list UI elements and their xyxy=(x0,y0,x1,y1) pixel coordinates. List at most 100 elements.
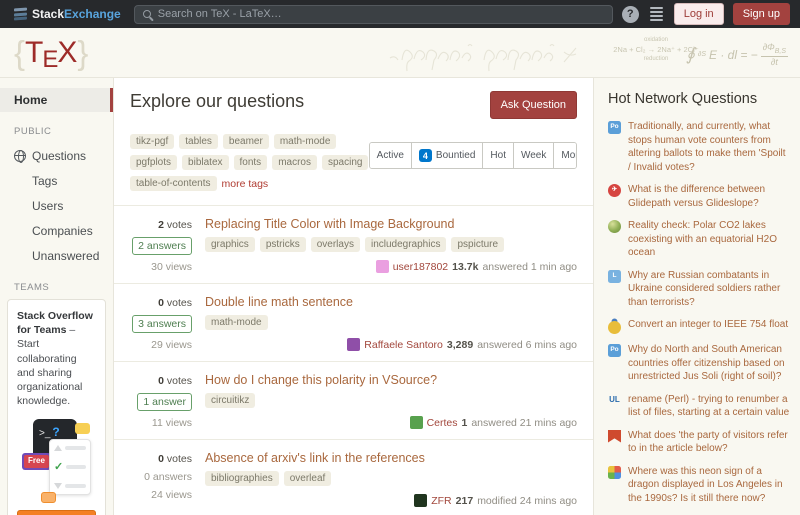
sidebar-item[interactable]: Unanswered xyxy=(0,243,113,268)
teams-promo-card: Stack Overflow for Teams – Start collabo… xyxy=(7,299,106,515)
question-title-link[interactable]: Replacing Title Color with Image Backgro… xyxy=(205,217,577,231)
reputation: 1 xyxy=(462,417,468,429)
sidebar-item-questions[interactable]: Questions xyxy=(0,143,113,168)
chemistry-formula: oxidation 2Na + Cl₂ → 2Na⁺ + 2Cl⁻ reduct… xyxy=(606,37,706,62)
answer-count: 2 answers xyxy=(132,237,192,255)
view-count: 24 views xyxy=(151,489,192,501)
logo-text: StackExchange xyxy=(32,7,121,21)
avatar[interactable] xyxy=(410,416,423,429)
tag[interactable]: tikz-pgf xyxy=(130,134,174,149)
page-title: Explore our questions xyxy=(130,91,304,112)
hot-question[interactable]: Where was this neon sign of a dragon dis… xyxy=(608,465,790,506)
filter-button[interactable]: 4 Bountied xyxy=(411,143,483,168)
hot-question-link[interactable]: What is the difference between Glidepath… xyxy=(628,183,790,210)
answer-count: 0 answers xyxy=(144,471,192,483)
tag[interactable]: beamer xyxy=(223,134,269,149)
site-switcher-icon[interactable] xyxy=(648,5,665,24)
chat-bubble-icon-2 xyxy=(41,492,56,503)
action-time: modified 24 mins ago xyxy=(477,495,577,507)
signup-button[interactable]: Sign up xyxy=(733,3,790,25)
tag[interactable]: circuitikz xyxy=(205,393,255,408)
hot-question-link[interactable]: Reality check: Polar CO2 lakes coexistin… xyxy=(628,219,790,260)
sidebar-item[interactable]: Users xyxy=(0,193,113,218)
sidebar-section-public: PUBLIC xyxy=(0,126,113,137)
view-count: 30 views xyxy=(151,261,192,273)
tag[interactable]: math-mode xyxy=(274,134,337,149)
hot-question[interactable]: What does 'the party of visitors refer t… xyxy=(608,429,790,456)
tag[interactable]: graphics xyxy=(205,237,255,252)
tag[interactable]: macros xyxy=(272,155,317,170)
tag[interactable]: pspicture xyxy=(451,237,504,252)
search-bar[interactable] xyxy=(134,5,613,24)
hot-question[interactable]: ✈ What is the difference between Glidepa… xyxy=(608,183,790,210)
vote-count: 2 votes xyxy=(158,219,192,231)
tag[interactable]: math-mode xyxy=(205,315,268,330)
globe-icon xyxy=(14,150,26,162)
hot-question[interactable]: UL rename (Perl) - trying to renumber a … xyxy=(608,393,790,420)
hot-question[interactable]: Po Why do North and South American count… xyxy=(608,343,790,384)
avatar[interactable] xyxy=(414,494,427,507)
filter-label: Week xyxy=(521,150,546,161)
tag[interactable]: pgfplots xyxy=(130,155,177,170)
hot-question[interactable]: L Why are Russian combatants in Ukraine … xyxy=(608,269,790,310)
filter-button[interactable]: Hot xyxy=(482,143,513,168)
ask-question-button[interactable]: Ask Question xyxy=(490,91,577,119)
sidebar-item-home[interactable]: Home xyxy=(0,88,113,112)
more-tags-link[interactable]: more tags xyxy=(222,178,269,190)
hot-question[interactable]: Reality check: Polar CO2 lakes coexistin… xyxy=(608,219,790,260)
tag[interactable]: overleaf xyxy=(284,471,332,486)
question-row: 0 votes 0 answers 24 views Absence of ar… xyxy=(114,439,593,515)
tex-x: X xyxy=(57,33,77,73)
tag[interactable]: table-of-contents xyxy=(130,176,217,191)
site-icon xyxy=(608,220,621,233)
username-link[interactable]: Raffaele Santoro xyxy=(364,339,443,351)
filter-button[interactable]: Month xyxy=(553,143,577,168)
tag[interactable]: fonts xyxy=(234,155,268,170)
reputation: 13.7k xyxy=(452,261,478,273)
question-row: 2 votes 2 answers 30 views Replacing Tit… xyxy=(114,205,593,283)
filter-button[interactable]: Week xyxy=(513,143,553,168)
filter-label: Month xyxy=(561,150,577,161)
hot-question-link[interactable]: Where was this neon sign of a dragon dis… xyxy=(628,465,790,506)
site-icon xyxy=(608,321,621,334)
hot-question[interactable]: Convert an integer to IEEE 754 float xyxy=(608,318,790,334)
filter-label: Active xyxy=(377,150,404,161)
site-icon-glyph: UL xyxy=(609,396,620,404)
sidebar-item-label: Unanswered xyxy=(32,249,99,263)
hot-question-link[interactable]: Traditionally, and currently, what stops… xyxy=(628,120,790,174)
avatar[interactable] xyxy=(376,260,389,273)
help-icon[interactable]: ? xyxy=(622,6,639,23)
tag[interactable]: biblatex xyxy=(182,155,228,170)
filter-button[interactable]: Active xyxy=(370,143,411,168)
hot-question-link[interactable]: Why do North and South American countrie… xyxy=(628,343,790,384)
question-title-link[interactable]: How do I change this polarity in VSource… xyxy=(205,373,577,387)
tag[interactable]: includegraphics xyxy=(365,237,447,252)
search-input[interactable] xyxy=(158,8,604,20)
stackexchange-logo[interactable]: StackExchange xyxy=(10,7,125,21)
tag[interactable]: spacing xyxy=(322,155,368,170)
question-title-link[interactable]: Double line math sentence xyxy=(205,295,577,309)
create-team-button[interactable]: Create a free Team xyxy=(17,510,96,515)
question-title-link[interactable]: Absence of arxiv's link in the reference… xyxy=(205,451,577,465)
username-link[interactable]: user187802 xyxy=(393,261,448,273)
hot-question-link[interactable]: Why are Russian combatants in Ukraine co… xyxy=(628,269,790,310)
sidebar-item[interactable]: Tags xyxy=(0,168,113,193)
tex-site-logo[interactable]: {TEX} xyxy=(14,33,88,73)
tag[interactable]: pstricks xyxy=(260,237,306,252)
username-link[interactable]: ZFR xyxy=(431,495,451,507)
sidebar-item[interactable]: Companies xyxy=(0,218,113,243)
question-stats: 2 votes 2 answers 30 views xyxy=(130,217,192,273)
question-meta: user187802 13.7k answered 1 min ago xyxy=(205,260,577,273)
avatar[interactable] xyxy=(347,338,360,351)
hot-question-link[interactable]: rename (Perl) - trying to renumber a lis… xyxy=(628,393,790,420)
question-stats: 0 votes 1 answer 11 views xyxy=(130,373,192,429)
tag[interactable]: bibliographies xyxy=(205,471,279,486)
hot-question[interactable]: Po Traditionally, and currently, what st… xyxy=(608,120,790,174)
tag[interactable]: overlays xyxy=(311,237,360,252)
hot-question-link[interactable]: Convert an integer to IEEE 754 float xyxy=(628,318,788,334)
login-button[interactable]: Log in xyxy=(674,3,724,25)
username-link[interactable]: Certes xyxy=(427,417,458,429)
question-stats: 0 votes 3 answers 29 views xyxy=(130,295,192,351)
tag[interactable]: tables xyxy=(179,134,218,149)
hot-question-link[interactable]: What does 'the party of visitors refer t… xyxy=(628,429,790,456)
